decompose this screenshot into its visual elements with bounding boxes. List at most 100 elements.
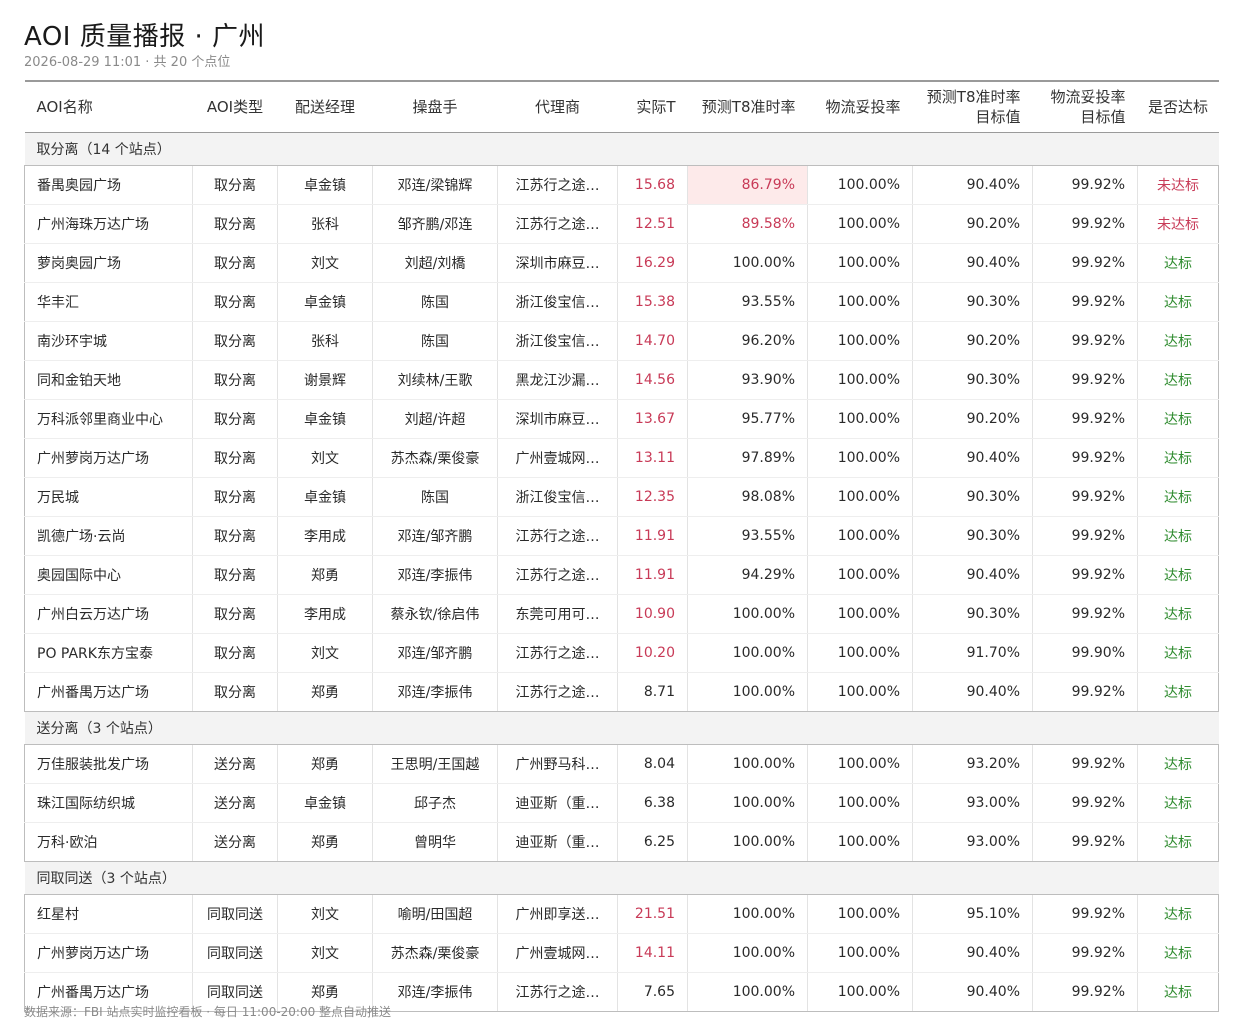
manager-cell: 卓金镇 — [277, 477, 373, 517]
manager-cell: 刘文 — [277, 633, 373, 673]
table-row[interactable]: 华丰汇 取分离 卓金镇 陈国 浙江俊宝信… 15.38 93.55% 100.00% 90.30… — [24, 282, 1219, 322]
delivery-target-cell: 99.92% — [1032, 744, 1138, 784]
t8-target-cell: 90.30% — [912, 477, 1033, 517]
column-header[interactable]: 预测T8准时率 — [687, 80, 808, 133]
aoi-name-cell: 广州白云万达广场 — [24, 594, 193, 634]
column-header[interactable]: 物流妥投率 目标值 — [1032, 80, 1138, 133]
actual-t-cell: 12.51 — [617, 204, 688, 244]
t8-target-cell: 90.30% — [912, 516, 1033, 556]
actual-t-cell: 10.20 — [617, 633, 688, 673]
column-header[interactable]: 配送经理 — [277, 80, 373, 133]
agent-cell: 东莞可用可… — [497, 594, 618, 634]
aoi-type-cell: 取分离 — [192, 321, 278, 361]
table-row[interactable]: 广州番禺万达广场 取分离 郑勇 邓连/李振伟 江苏行之途… 8.71 100.00% 100.… — [24, 672, 1219, 712]
table-row[interactable]: 同和金铂天地 取分离 谢景辉 刘续林/王歌 黑龙江沙漏… 14.56 93.90% 100.0… — [24, 360, 1219, 400]
operator-cell: 曾明华 — [372, 822, 498, 862]
delivery-rate-cell: 100.00% — [807, 399, 913, 439]
aoi-type-cell: 取分离 — [192, 672, 278, 712]
operator-cell: 邓连/李振伟 — [372, 972, 498, 1012]
agent-cell: 江苏行之途… — [497, 516, 618, 556]
agent-cell: 江苏行之途… — [497, 672, 618, 712]
manager-cell: 卓金镇 — [277, 282, 373, 322]
table-row[interactable]: 广州海珠万达广场 取分离 张科 邹齐鹏/邓连 江苏行之途… 12.51 89.58% 100.… — [24, 204, 1219, 244]
table-row[interactable]: 万佳服装批发广场 送分离 郑勇 王思明/王国越 广州野马科… 8.04 100.00% 100… — [24, 744, 1219, 784]
table-row[interactable]: 南沙环宇城 取分离 张科 陈国 浙江俊宝信… 14.70 96.20% 100.00% 90.2… — [24, 321, 1219, 361]
operator-cell: 陈国 — [372, 321, 498, 361]
table-row[interactable]: 广州萝岗万达广场 同取同送 刘文 苏杰森/栗俊豪 广州壹城网… 14.11 100.00% 1… — [24, 933, 1219, 973]
delivery-target-cell: 99.92% — [1032, 165, 1138, 205]
t8-rate-cell: 86.79% — [687, 165, 808, 205]
aoi-name-cell: 凯德广场·云尚 — [24, 516, 193, 556]
aoi-name-cell: 奥园国际中心 — [24, 555, 193, 595]
aoi-type-cell: 送分离 — [192, 744, 278, 784]
t8-rate-cell: 100.00% — [687, 933, 808, 973]
actual-t-cell: 13.11 — [617, 438, 688, 478]
table-row[interactable]: 万科·欧泊 送分离 郑勇 曾明华 迪亚斯（重… 6.25 100.00% 100.00% 93.… — [24, 822, 1219, 862]
actual-t-cell: 14.11 — [617, 933, 688, 973]
t8-target-cell: 90.20% — [912, 204, 1033, 244]
t8-target-cell: 91.70% — [912, 633, 1033, 673]
actual-t-cell: 13.67 — [617, 399, 688, 439]
actual-t-cell: 8.04 — [617, 744, 688, 784]
column-header[interactable]: 代理商 — [497, 80, 618, 133]
table-row[interactable]: 万科派邻里商业中心 取分离 卓金镇 刘超/许超 深圳市麻豆… 13.67 95.77% 100… — [24, 399, 1219, 439]
status-cell: 达标 — [1137, 360, 1219, 400]
delivery-rate-cell: 100.00% — [807, 672, 913, 712]
manager-cell: 郑勇 — [277, 744, 373, 784]
table-row[interactable]: 广州白云万达广场 取分离 李用成 蔡永钦/徐启伟 东莞可用可… 10.90 100.00% 1… — [24, 594, 1219, 634]
table-row[interactable]: 万民城 取分离 卓金镇 陈国 浙江俊宝信… 12.35 98.08% 100.00% 90.30… — [24, 477, 1219, 517]
agent-cell: 迪亚斯（重… — [497, 822, 618, 862]
column-header-label: 预测T8准时率 — [701, 98, 796, 116]
delivery-rate-cell: 100.00% — [807, 822, 913, 862]
status-cell: 达标 — [1137, 555, 1219, 595]
actual-t-cell: 6.38 — [617, 783, 688, 823]
aoi-type-cell: 取分离 — [192, 633, 278, 673]
delivery-rate-cell: 100.00% — [807, 594, 913, 634]
aoi-name-cell: 万民城 — [24, 477, 193, 517]
operator-cell: 邹齐鹏/邓连 — [372, 204, 498, 244]
table-row[interactable]: 番禺奥园广场 取分离 卓金镇 邓连/梁锦辉 江苏行之途… 15.68 86.79% 100.0… — [24, 165, 1219, 205]
column-header[interactable]: 是否达标 — [1137, 80, 1219, 133]
column-header[interactable]: AOI名称 — [24, 80, 193, 133]
aoi-type-cell: 取分离 — [192, 204, 278, 244]
aoi-name-cell: 广州萝岗万达广场 — [24, 438, 193, 478]
delivery-target-cell: 99.92% — [1032, 933, 1138, 973]
t8-target-cell: 90.20% — [912, 321, 1033, 361]
page-subtitle: 2026-08-29 11:01 · 共 20 个点位 — [24, 55, 231, 70]
t8-rate-cell: 100.00% — [687, 633, 808, 673]
column-header[interactable]: AOI类型 — [192, 80, 278, 133]
manager-cell: 刘文 — [277, 933, 373, 973]
delivery-rate-cell: 100.00% — [807, 894, 913, 934]
t8-target-cell: 90.30% — [912, 282, 1033, 322]
table-row[interactable]: PO PARK东方宝泰 取分离 刘文 邓连/邹齐鹏 江苏行之途… 10.20 100.00%… — [24, 633, 1219, 673]
status-cell: 达标 — [1137, 633, 1219, 673]
column-header[interactable]: 实际T — [617, 80, 688, 133]
status-cell: 达标 — [1137, 744, 1219, 784]
t8-target-cell: 95.10% — [912, 894, 1033, 934]
table-body: 取分离（14 个站点） 番禺奥园广场 取分离 卓金镇 邓连/梁锦辉 江苏行之途… 15.68… — [24, 132, 1219, 1012]
t8-rate-cell: 93.90% — [687, 360, 808, 400]
agent-cell: 江苏行之途… — [497, 972, 618, 1012]
column-header[interactable]: 物流妥投率 — [807, 80, 913, 133]
aoi-type-cell: 送分离 — [192, 783, 278, 823]
table-row[interactable]: 奥园国际中心 取分离 郑勇 邓连/李振伟 江苏行之途… 11.91 94.29% 100.00… — [24, 555, 1219, 595]
t8-rate-cell: 96.20% — [687, 321, 808, 361]
delivery-target-cell: 99.92% — [1032, 243, 1138, 283]
status-cell: 达标 — [1137, 894, 1219, 934]
table-row[interactable]: 萝岗奥园广场 取分离 刘文 刘超/刘橋 深圳市麻豆… 16.29 100.00% 100.00… — [24, 243, 1219, 283]
column-header-label: 预测T8准时率 — [926, 88, 1021, 106]
table-row[interactable]: 红星村 同取同送 刘文 喻明/田国超 广州即享送… 21.51 100.00% 100.00%… — [24, 894, 1219, 934]
operator-cell: 邓连/李振伟 — [372, 555, 498, 595]
delivery-target-cell: 99.92% — [1032, 438, 1138, 478]
t8-rate-cell: 97.89% — [687, 438, 808, 478]
table-row[interactable]: 广州萝岗万达广场 取分离 刘文 苏杰森/栗俊豪 广州壹城网… 13.11 97.89% 100… — [24, 438, 1219, 478]
column-header-label: AOI类型 — [206, 98, 264, 116]
column-header[interactable]: 预测T8准时率 目标值 — [912, 80, 1033, 133]
table-row[interactable]: 珠江国际纺织城 送分离 卓金镇 邱子杰 迪亚斯（重… 6.38 100.00% 100.00%… — [24, 783, 1219, 823]
operator-cell: 蔡永钦/徐启伟 — [372, 594, 498, 634]
header-row: AOI名称 AOI类型 配送经理 操盘手 代理商 实际T 预测T8准时率 物流妥投率 预测T8准… — [24, 80, 1219, 133]
column-header[interactable]: 操盘手 — [372, 80, 498, 133]
table-row[interactable]: 凯德广场·云尚 取分离 李用成 邓连/邹齐鹏 江苏行之途… 11.91 93.55% 100.… — [24, 516, 1219, 556]
aoi-name-cell: 同和金铂天地 — [24, 360, 193, 400]
operator-cell: 刘超/刘橋 — [372, 243, 498, 283]
